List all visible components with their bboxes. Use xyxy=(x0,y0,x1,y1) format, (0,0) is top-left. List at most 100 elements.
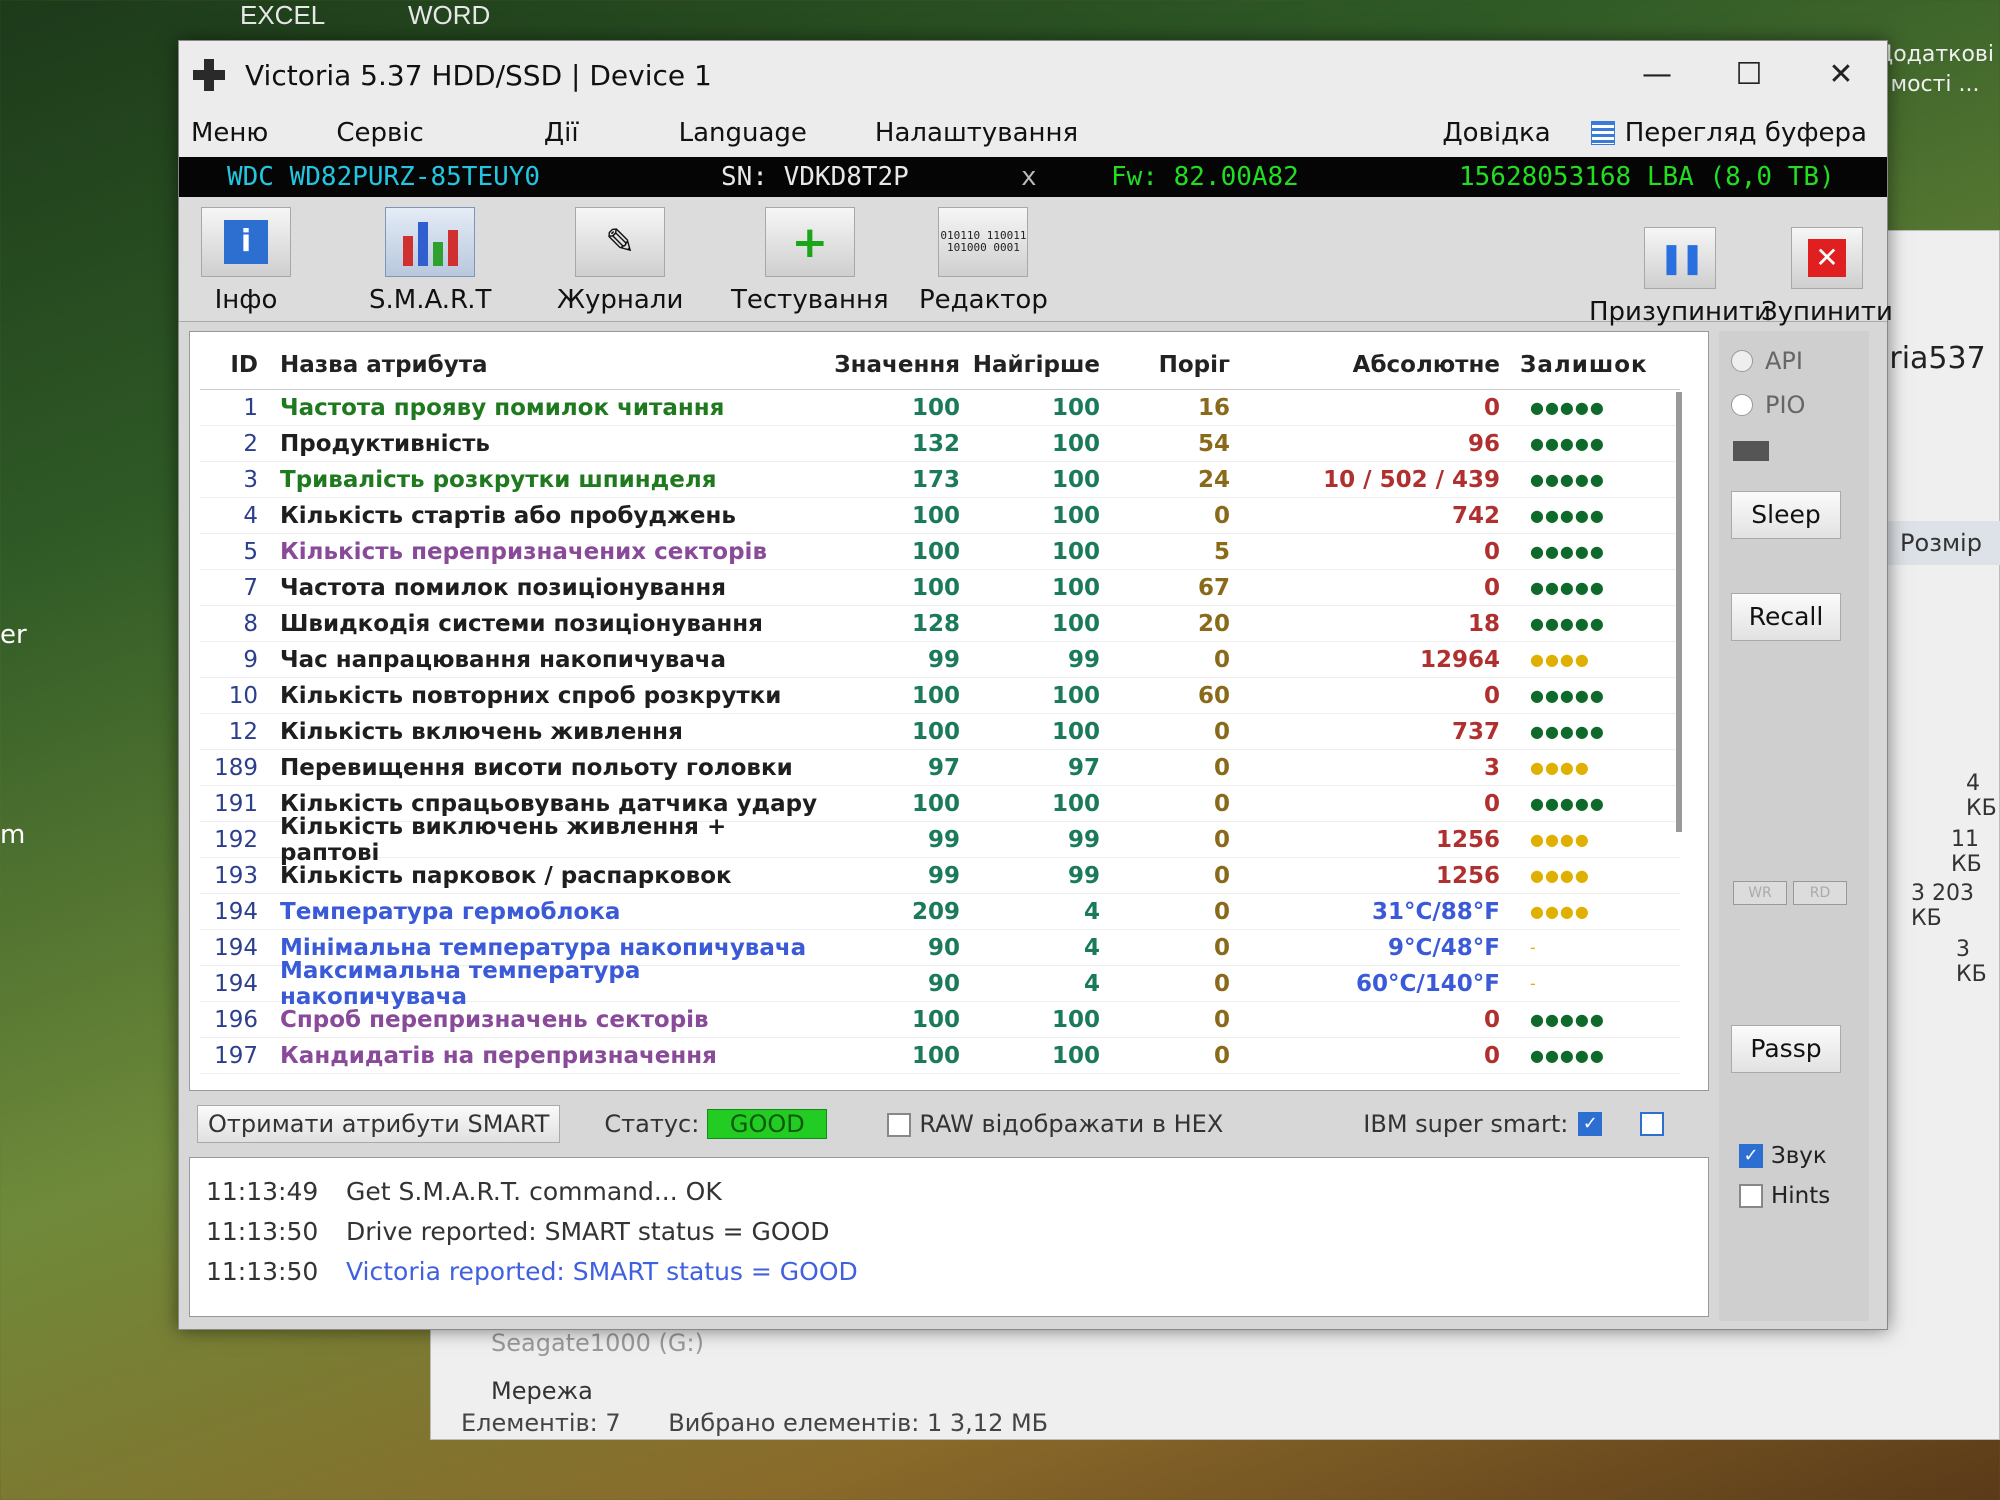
menu-item-language[interactable]: Language xyxy=(679,118,807,148)
tree-item-drive[interactable]: Seagate1000 (G:) xyxy=(491,1329,704,1357)
menu-item-menu[interactable]: Меню xyxy=(191,118,268,148)
buffer-list-icon xyxy=(1590,121,1615,145)
folder-pencil-icon: ✎ xyxy=(575,207,666,277)
hints-check[interactable] xyxy=(1739,1184,1763,1208)
table-row[interactable]: 194 Температура гермоблока 209 4 0 31°C/88°F ●… xyxy=(200,894,1680,930)
attr-worst: 100 xyxy=(1051,394,1100,421)
buffer-view-button[interactable]: Перегляд буфера xyxy=(1590,118,1867,148)
table-row[interactable]: 193 Кількість парковок / распарковок 99 99 0… xyxy=(200,858,1680,894)
attr-threshold: 0 xyxy=(1213,754,1230,781)
col-raw[interactable]: Абсолютне xyxy=(1230,352,1500,378)
rd-button[interactable]: RD xyxy=(1793,881,1847,905)
tree-item-network[interactable]: Мережа xyxy=(491,1377,593,1405)
size-column-header[interactable]: Розмір xyxy=(1881,521,2000,565)
menu-item-help[interactable]: Довідка xyxy=(1442,118,1550,148)
table-row[interactable]: 192 Кількість виключень живлення + раптов… xyxy=(200,814,1680,866)
sleep-button[interactable]: Sleep xyxy=(1731,491,1841,539)
desktop-right-label[interactable]: Додаткові мості ... xyxy=(1870,40,2000,100)
col-value[interactable]: Значення xyxy=(830,352,960,378)
info-tab[interactable]: i Інфо xyxy=(201,207,291,315)
titlebar[interactable]: Victoria 5.37 HDD/SSD | Device 1 — ☐ ✕ xyxy=(179,41,1887,109)
attr-name: Кандидатів на перепризначення xyxy=(280,1042,717,1069)
recall-button[interactable]: Recall xyxy=(1731,593,1841,641)
log-line: 11:13:50 Victoria reported: SMART status … xyxy=(206,1252,1692,1292)
attr-threshold: 0 xyxy=(1213,934,1230,961)
desktop-excel-label[interactable]: EXCEL xyxy=(240,0,325,31)
table-row[interactable]: 194 Максимальна температура накопичувача 9… xyxy=(200,958,1680,1010)
hints-checkbox[interactable]: Hints xyxy=(1739,1183,1869,1209)
file-size: 11 КБ xyxy=(1951,827,1982,877)
device-close-x[interactable]: x xyxy=(1021,162,1111,192)
attr-id: 4 xyxy=(243,502,258,529)
table-row[interactable]: 189 Перевищення висоти польоту головки 97 9… xyxy=(200,750,1680,786)
table-row[interactable]: 196 Спроб перепризначень секторів 100 100 0 0… xyxy=(200,1002,1680,1038)
pio-radio[interactable]: PIO xyxy=(1731,391,1869,419)
table-row[interactable]: 1 Частота прояву помилок читання 100 100 16 0… xyxy=(200,390,1680,426)
table-row[interactable]: 197 Кандидатів на перепризначення 100 100 0 0… xyxy=(200,1038,1680,1074)
menu-item-actions[interactable]: Дії xyxy=(544,118,579,148)
logs-tab[interactable]: ✎ Журнали xyxy=(557,207,683,315)
attr-worst: 100 xyxy=(1051,1042,1100,1069)
attr-threshold: 0 xyxy=(1213,862,1230,889)
table-scrollbar[interactable] xyxy=(1676,392,1682,832)
attr-id: 193 xyxy=(214,862,258,889)
log-time: 11:13:50 xyxy=(206,1217,319,1246)
smart-table-panel: ID Назва атрибута Значення Найгірше Порі… xyxy=(189,331,1709,1091)
menu-item-service[interactable]: Сервіс xyxy=(336,118,424,148)
table-row[interactable]: 9 Час напрацювання накопичувача 99 99 0 12964… xyxy=(200,642,1680,678)
attr-name: Кількість парковок / распарковок xyxy=(280,862,732,889)
device-bar[interactable]: WDC WD82PURZ-85TEUY0 SN: VDKD8T2P x Fw: … xyxy=(179,157,1887,197)
stop-button[interactable]: ✕ Зупинити xyxy=(1761,227,1893,327)
table-row[interactable]: 3 Тривалість розкрутки шпинделя 173 100 24 10… xyxy=(200,462,1680,498)
attr-worst: 99 xyxy=(1067,826,1100,853)
sound-check[interactable]: ✓ xyxy=(1739,1144,1763,1168)
table-row[interactable]: 12 Кількість включень живлення 100 100 0 737 ●… xyxy=(200,714,1680,750)
table-row[interactable]: 2 Продуктивність 132 100 54 96 ●●●●● xyxy=(200,426,1680,462)
ibm-super-smart-checkbox[interactable]: ✓ xyxy=(1578,1112,1603,1136)
tests-tab[interactable]: + Тестування xyxy=(731,207,889,315)
log-panel: 11:13:49 Get S.M.A.R.T. command... OK 11:… xyxy=(189,1157,1709,1317)
minimize-button[interactable]: — xyxy=(1611,41,1703,109)
wr-button[interactable]: WR xyxy=(1733,881,1787,905)
get-smart-button[interactable]: Отримати атрибути SMART xyxy=(197,1105,561,1143)
api-radio-dot[interactable] xyxy=(1731,350,1753,372)
sound-checkbox[interactable]: ✓ Звук xyxy=(1739,1143,1869,1169)
api-label: API xyxy=(1765,347,1803,375)
attr-raw: 31°C/88°F xyxy=(1371,898,1500,925)
attr-id: 7 xyxy=(243,574,258,601)
extra-checkbox[interactable] xyxy=(1640,1112,1665,1136)
log-message: Drive reported: SMART status = GOOD xyxy=(346,1217,830,1246)
attr-name: Кількість перепризначених секторів xyxy=(280,538,767,565)
smart-tab[interactable]: S.M.A.R.T xyxy=(369,207,491,315)
maximize-button[interactable]: ☐ xyxy=(1703,41,1795,109)
col-worst[interactable]: Найгірше xyxy=(960,352,1100,378)
attr-value: 128 xyxy=(911,610,960,637)
col-name[interactable]: Назва атрибута xyxy=(270,352,830,378)
col-threshold[interactable]: Поріг xyxy=(1100,352,1230,378)
raw-hex-check[interactable] xyxy=(887,1113,912,1137)
attr-threshold: 0 xyxy=(1213,646,1230,673)
passp-button[interactable]: Passp xyxy=(1731,1025,1841,1073)
attr-id: 196 xyxy=(214,1006,258,1033)
col-remaining[interactable]: Залишок xyxy=(1500,352,1650,378)
attr-worst: 100 xyxy=(1051,466,1100,493)
table-row[interactable]: 4 Кількість стартів або пробуджень 100 100 0… xyxy=(200,498,1680,534)
menu-item-settings[interactable]: Налаштування xyxy=(875,118,1078,148)
desktop-word-label[interactable]: WORD xyxy=(408,0,490,31)
attr-id: 1 xyxy=(243,394,258,421)
table-row[interactable]: 10 Кількість повторних спроб розкрутки 100… xyxy=(200,678,1680,714)
api-radio[interactable]: API xyxy=(1731,347,1869,375)
table-row[interactable]: 7 Частота помилок позиціонування 100 100 67 0… xyxy=(200,570,1680,606)
close-button[interactable]: ✕ xyxy=(1795,41,1887,109)
pause-button[interactable]: ❚❚ Призупинити xyxy=(1589,227,1771,327)
table-row[interactable]: 8 Швидкодія системи позиціонування 128 100 2… xyxy=(200,606,1680,642)
attr-value: 90 xyxy=(927,934,960,961)
hints-label: Hints xyxy=(1771,1183,1831,1209)
editor-tab[interactable]: 010110 110011 101000 0001 Редактор xyxy=(919,207,1048,315)
attr-name: Максимальна температура накопичувача xyxy=(280,957,641,1010)
col-id[interactable]: ID xyxy=(200,352,270,378)
raw-hex-checkbox[interactable]: RAW відображати в HEX xyxy=(887,1110,1223,1138)
pio-radio-dot[interactable] xyxy=(1731,394,1753,416)
table-row[interactable]: 5 Кількість перепризначених секторів 100 10… xyxy=(200,534,1680,570)
smart-tab-label: S.M.A.R.T xyxy=(369,285,492,315)
